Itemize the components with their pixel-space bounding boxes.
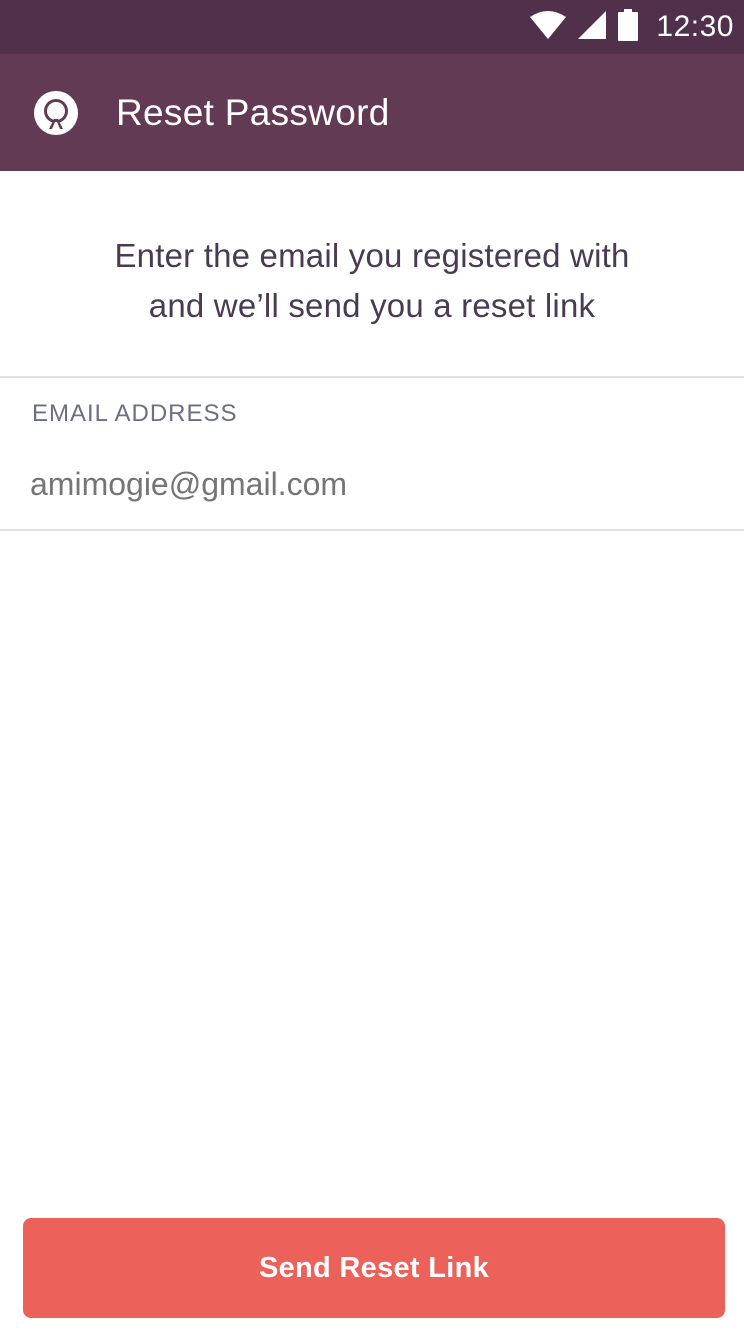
reset-password-screen: 12:30 Reset Password Enter the email you… [0,0,744,1332]
instructions: Enter the email you registered with and … [0,171,744,377]
battery-icon [618,8,639,46]
email-field[interactable] [30,456,710,512]
instructions-text: Enter the email you registered with and … [114,231,629,331]
divider-bottom [0,529,744,531]
page-title: Reset Password [116,91,390,133]
status-time: 12:30 [656,10,734,43]
instructions-line-2: and we’ll send you a reset link [148,287,596,324]
divider-top [0,376,744,378]
app-logo-icon [32,89,80,137]
send-reset-link-button[interactable]: Send Reset Link [23,1218,725,1318]
instructions-line-1: Enter the email you registered with [114,237,630,274]
status-bar: 12:30 [0,0,744,54]
status-icons: 12:30 [530,0,734,54]
wifi-icon [530,10,567,44]
email-field-label: EMAIL ADDRESS [32,400,238,427]
app-bar: Reset Password [0,54,744,171]
cellular-signal-icon [578,10,607,44]
